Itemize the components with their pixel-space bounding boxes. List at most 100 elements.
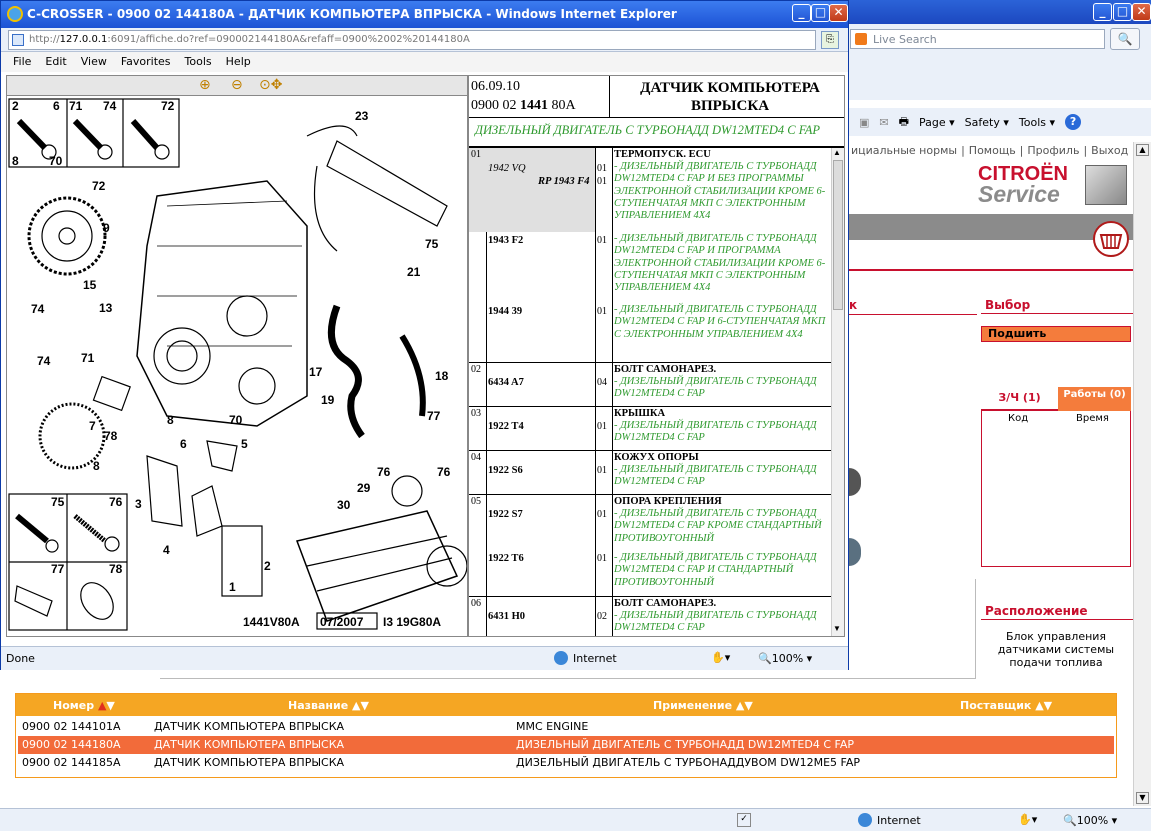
zoom-in-icon[interactable]: ⊕ <box>199 77 211 93</box>
cart-table: Код Время <box>981 411 1131 567</box>
section-name[interactable]: ТЕРМОПУСК. ECU <box>614 149 711 160</box>
part-applicability: - ДИЗЕЛЬНЫЙ ДВИГАТЕЛЬ С ТУРБОНАДД DW12MT… <box>614 508 822 544</box>
part-ref[interactable]: 1942 VQ <box>488 163 526 174</box>
diagram-label: 70 <box>49 154 63 168</box>
menu-tools[interactable]: Tools <box>185 55 212 72</box>
menu-view[interactable]: View <box>81 55 107 72</box>
grey-header-bar <box>849 214 1133 240</box>
command-safety[interactable]: Safety ▾ <box>965 116 1009 129</box>
command-page[interactable]: Page ▾ <box>919 116 955 129</box>
header-label: Поставщик <box>960 699 1032 712</box>
part-ref[interactable]: 1922 T4 <box>488 421 524 432</box>
part-ref[interactable]: 1922 S6 <box>488 465 523 476</box>
header-nomer[interactable]: Номер ▲▼ <box>53 699 115 712</box>
diagram-label: 4 <box>163 543 170 557</box>
maximize-button[interactable]: □ <box>1113 3 1132 21</box>
diagram-label: 1 <box>229 580 236 594</box>
separator: | <box>1083 144 1088 157</box>
diagram-label: 71 <box>81 351 95 365</box>
section-name[interactable]: ОПОРА КРЕПЛЕНИЯ <box>614 496 722 507</box>
header-nazvanie[interactable]: Название ▲▼ <box>288 699 369 712</box>
minimize-button[interactable]: _ <box>1093 3 1112 21</box>
maximize-button[interactable]: □ <box>811 4 830 22</box>
divider <box>609 76 610 118</box>
tab-parts[interactable]: З/Ч (1) <box>981 387 1058 411</box>
link-help[interactable]: Помощь <box>969 144 1016 157</box>
protected-mode-icon[interactable]: ✋▾ <box>711 651 730 664</box>
command-tools[interactable]: Tools ▾ <box>1019 116 1055 129</box>
partial-tab-label: к <box>849 298 858 312</box>
popup-title: C-CROSSER - 0900 02 144180A - ДАТЧИК КОМ… <box>27 7 677 21</box>
link-norms[interactable]: ициальные нормы <box>851 144 957 157</box>
zoom-out-icon[interactable]: ⊖ <box>231 77 243 93</box>
diagram-label: 78 <box>104 429 118 443</box>
menu-edit[interactable]: Edit <box>45 55 66 72</box>
menu-file[interactable]: File <box>13 55 31 72</box>
bracket <box>146 455 183 527</box>
scroll-down-icon[interactable]: ▼ <box>833 624 841 633</box>
bolt-icon <box>15 513 59 553</box>
section-name[interactable]: КРЫШКА <box>614 408 665 419</box>
part-code: 0900 02 1441 80A <box>471 98 576 114</box>
part-ref[interactable]: RP 1943 F4 <box>538 176 590 187</box>
link-exit[interactable]: Выход <box>1091 144 1128 157</box>
search-provider-icon <box>855 33 867 45</box>
help-icon[interactable]: ? <box>1065 114 1082 130</box>
part-ref[interactable]: 1922 T6 <box>488 553 524 564</box>
scroll-up-icon[interactable]: ▲ <box>1136 144 1149 156</box>
header-postavshik[interactable]: Поставщик ▲▼ <box>960 699 1052 712</box>
bolt-icon <box>72 118 113 160</box>
column-kod: Код <box>1008 413 1029 424</box>
parts-scrollbar[interactable]: ▲ ▼ <box>831 148 844 636</box>
divider <box>469 406 831 407</box>
live-search-input[interactable]: Live Search <box>850 29 1105 49</box>
zoom-control[interactable]: 🔍100% ▾ <box>758 652 812 665</box>
feeds-icon[interactable]: ▣ <box>859 116 869 129</box>
header-primenenie[interactable]: Применение ▲▼ <box>653 699 753 712</box>
podshit-button[interactable]: Подшить <box>981 326 1131 342</box>
diagram-label: 30 <box>337 498 351 512</box>
diagram-label: 15 <box>83 278 97 292</box>
page-scrollbar[interactable]: ▲ ▼ <box>1133 142 1151 806</box>
table-row[interactable]: 0900 02 144101A ДАТЧИК КОМПЬЮТЕРА ВПРЫСК… <box>18 718 1114 736</box>
air-filter-box <box>295 510 459 622</box>
address-field[interactable]: http://127.0.0.1:6091/affiche.do?ref=090… <box>8 30 816 50</box>
section-name[interactable]: КОЖУХ ОПОРЫ <box>614 452 699 463</box>
close-button[interactable]: ✕ <box>829 4 848 22</box>
print-icon[interactable]: 🖶 <box>899 113 909 132</box>
tab-work[interactable]: Работы (0) <box>1058 387 1131 411</box>
part-ref[interactable]: 1943 F2 <box>488 235 523 246</box>
part-ref[interactable]: 1944 39 <box>488 306 522 317</box>
status-text: Done <box>6 652 35 665</box>
compatibility-icon[interactable]: ⎘ <box>821 31 839 49</box>
pan-icon[interactable]: ⊙✥ <box>259 77 282 93</box>
part-qty: 01 <box>597 176 607 187</box>
table-row[interactable]: 0900 02 144185A ДАТЧИК КОМПЬЮТЕРА ВПРЫСК… <box>18 754 1114 772</box>
diagram-label: 75 <box>51 495 65 509</box>
part-applicability: - ДИЗЕЛЬНЫЙ ДВИГАТЕЛЬ С ТУРБОНАДД DW12MT… <box>614 464 817 488</box>
section-name[interactable]: БОЛТ САМОНАРЕЗ. <box>614 364 716 375</box>
protected-mode-icon[interactable]: ✋▾ <box>1018 813 1037 826</box>
scroll-thumb[interactable] <box>833 160 843 310</box>
search-button[interactable]: 🔍 <box>1110 28 1140 50</box>
part-qty: 04 <box>597 377 607 388</box>
zoom-control[interactable]: 🔍100% ▾ <box>1063 814 1117 827</box>
part-ref[interactable]: 6431 H0 <box>488 611 525 622</box>
basket-icon[interactable] <box>1093 221 1129 257</box>
mail-icon[interactable]: ✉ <box>879 116 888 129</box>
minimize-button[interactable]: _ <box>792 4 811 22</box>
part-ref[interactable]: 1922 S7 <box>488 509 523 520</box>
close-button[interactable]: ✕ <box>1132 3 1151 21</box>
cell-primenenie: ДИЗЕЛЬНЫЙ ДВИГАТЕЛЬ С ТУРБОНАДДУВОМ DW12… <box>516 756 861 769</box>
header-label: Номер <box>53 699 95 712</box>
link-profile[interactable]: Профиль <box>1027 144 1079 157</box>
scroll-down-icon[interactable]: ▼ <box>1136 792 1149 804</box>
part-ref[interactable]: 6434 A7 <box>488 377 524 388</box>
menu-help[interactable]: Help <box>226 55 251 72</box>
scroll-up-icon[interactable]: ▲ <box>833 148 841 157</box>
section-name[interactable]: БОЛТ САМОНАРЕЗ. <box>614 598 716 609</box>
section-title-raspolozhenie: Расположение <box>985 604 1088 618</box>
menu-favorites[interactable]: Favorites <box>121 55 171 72</box>
menu-bar: File Edit View Favorites Tools Help <box>1 52 848 72</box>
table-row-selected[interactable]: 0900 02 144180A ДАТЧИК КОМПЬЮТЕРА ВПРЫСК… <box>18 736 1114 754</box>
